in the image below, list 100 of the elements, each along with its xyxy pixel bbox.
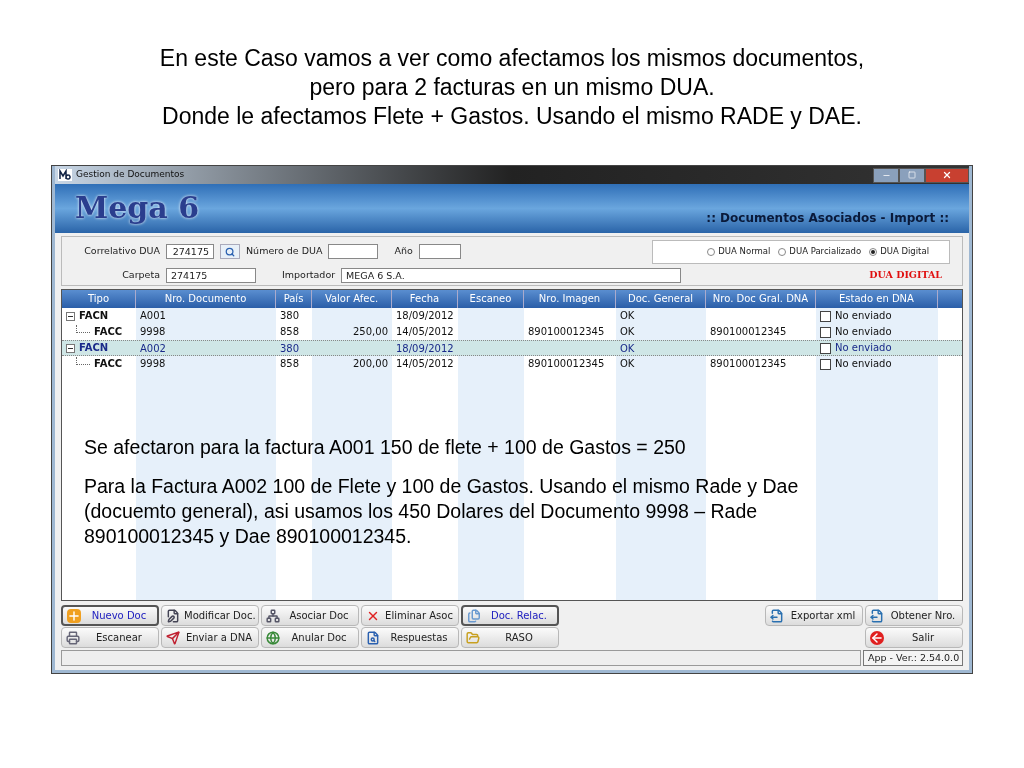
collapse-icon[interactable] <box>66 311 75 321</box>
table-cell: 380 <box>280 343 300 354</box>
minimize-button[interactable] <box>873 167 899 183</box>
documents-icon <box>467 608 481 623</box>
status-label: DUA DIGITAL <box>869 267 942 282</box>
toolbar-button[interactable]: Nuevo Doc <box>61 605 159 626</box>
radio-button[interactable] <box>778 247 787 256</box>
table-row[interactable]: FACN A002 380 18/09/2012 OK No enviado <box>62 340 962 356</box>
slide-title: pero para 2 facturas en un mismo DUA. <box>309 73 715 102</box>
exit-icon <box>870 630 884 645</box>
table-cell: 9998 <box>140 326 166 337</box>
export-icon <box>770 608 784 623</box>
edit-icon <box>166 608 180 623</box>
toolbar-button[interactable]: Obtener Nro. <box>865 605 963 626</box>
column-header[interactable]: Fecha <box>392 290 458 308</box>
tree-line-icon <box>76 357 90 365</box>
toolbar-button[interactable]: Asociar Doc <box>261 605 359 626</box>
module-title: :: Documentos Asociados - Import :: <box>706 210 949 227</box>
field-label: Importador <box>282 267 336 282</box>
table-cell: OK <box>620 326 635 337</box>
window-title: Gestion de Documentos <box>76 168 185 182</box>
table-cell: 890100012345 <box>710 358 787 369</box>
table-cell: OK <box>620 358 635 369</box>
table-cell: OK <box>620 310 635 321</box>
search-icon <box>225 246 235 257</box>
toolbar-button[interactable]: Anular Doc <box>261 627 359 648</box>
checkbox[interactable] <box>820 358 831 370</box>
table-cell: 14/05/2012 <box>396 326 454 337</box>
table-cell: A002 <box>140 343 166 354</box>
checkbox[interactable] <box>820 342 831 354</box>
table-cell-text: FACC <box>94 325 123 339</box>
input-field[interactable] <box>418 244 461 259</box>
maximize-button[interactable] <box>899 167 925 183</box>
column-header[interactable]: País <box>276 290 312 308</box>
radio-option[interactable]: DUA Normal <box>707 245 771 258</box>
table-cell: 9998 <box>140 358 166 369</box>
scanner-icon <box>66 630 80 645</box>
checkbox[interactable] <box>820 326 831 338</box>
version-label: App - Ver.: 2.54.0.0 <box>863 650 963 666</box>
logo-text: Mega 6 <box>75 191 200 225</box>
globe-icon <box>266 630 280 645</box>
search-button[interactable] <box>220 244 240 259</box>
table-cell-text: FACC <box>94 357 123 371</box>
table-row[interactable]: FACN A001 380 18/09/2012 OK No enviado <box>62 308 962 324</box>
toolbar-button[interactable]: Respuestas <box>361 627 459 648</box>
table-cell: 18/09/2012 <box>396 343 454 354</box>
app-logo-icon <box>58 169 72 181</box>
table-cell: 890100012345 <box>710 326 787 337</box>
folder-icon <box>466 630 480 645</box>
tree-icon <box>266 608 280 623</box>
table-cell: 890100012345 <box>528 358 605 369</box>
close-button[interactable] <box>925 167 969 183</box>
table-cell: 14/05/2012 <box>396 358 454 369</box>
toolbar-button[interactable]: RASO <box>461 627 559 648</box>
column-header[interactable]: Nro. Imagen <box>524 290 616 308</box>
toolbar-button[interactable]: Escanear <box>61 627 159 648</box>
table-cell: 858 <box>280 358 300 369</box>
table-cell: 380 <box>280 310 300 321</box>
radio-option[interactable]: DUA Digital <box>869 245 929 258</box>
table-cell-text: FACN <box>79 309 109 323</box>
table-cell: A001 <box>140 310 166 321</box>
field-label: Correlativo DUA <box>83 244 160 259</box>
radio-button[interactable] <box>869 247 878 256</box>
input-field[interactable]: 274175 <box>166 244 214 259</box>
search-icon <box>366 630 380 645</box>
radio-label: DUA Normal <box>718 245 771 258</box>
input-field[interactable] <box>328 244 379 259</box>
input-field[interactable]: MEGA 6 S.A. <box>341 267 682 283</box>
field-label: Carpeta <box>121 267 160 282</box>
column-header[interactable]: Tipo <box>62 290 136 308</box>
toolbar-button[interactable]: Enviar a DNA <box>161 627 259 648</box>
toolbar-button[interactable]: Exportar xml <box>765 605 863 626</box>
toolbar-button[interactable]: Modificar Doc. <box>161 605 259 626</box>
plus-icon <box>67 608 81 623</box>
table-cell-text: No enviado <box>835 325 892 339</box>
table-cell-text: No enviado <box>835 341 892 355</box>
radio-button[interactable] <box>707 247 716 256</box>
field-label: Número de DUA <box>246 244 323 259</box>
toolbar-button[interactable]: Eliminar Asoc <box>361 605 459 626</box>
table-cell: 200,00 <box>353 358 388 369</box>
toolbar-button[interactable]: Salir <box>865 627 963 648</box>
table-cell: 858 <box>280 326 300 337</box>
table-row[interactable]: FACC 9998 858 250,00 14/05/2012 890100012345 OK 890100012345 No enviado <box>62 324 962 340</box>
maximize-icon <box>908 171 916 179</box>
radio-label: DUA Digital <box>880 245 929 258</box>
table-cell: 18/09/2012 <box>396 310 454 321</box>
export-icon <box>870 608 884 623</box>
slide-title: Donde le afectamos Flete + Gastos. Usando el mismo RADE y DAE. <box>162 102 862 131</box>
column-header[interactable]: Nro. Doc Gral. DNA <box>706 290 816 308</box>
collapse-icon[interactable] <box>66 343 75 353</box>
toolbar-button[interactable]: Doc. Relac. <box>461 605 559 626</box>
table-cell-text: No enviado <box>835 309 892 323</box>
send-icon <box>166 630 180 645</box>
table-row[interactable]: FACC 9998 858 200,00 14/05/2012 890100012345 OK 890100012345 No enviado <box>62 356 962 372</box>
table-cell: 890100012345 <box>528 326 605 337</box>
field-label: Año <box>394 244 413 259</box>
slide-title: En este Caso vamos a ver como afectamos los mismos documentos, <box>159 44 865 73</box>
checkbox[interactable] <box>820 310 831 322</box>
annotation-text: Para la Factura A002 100 de Flete y 100 de Gastos. Usando el mismo Rade y Dae (docuemto general), asi usamos los 450 Dolares del Documento 9998 – Rade 890100012345 y Dae 890100012345. <box>84 474 800 549</box>
input-field[interactable]: 274175 <box>166 267 256 283</box>
